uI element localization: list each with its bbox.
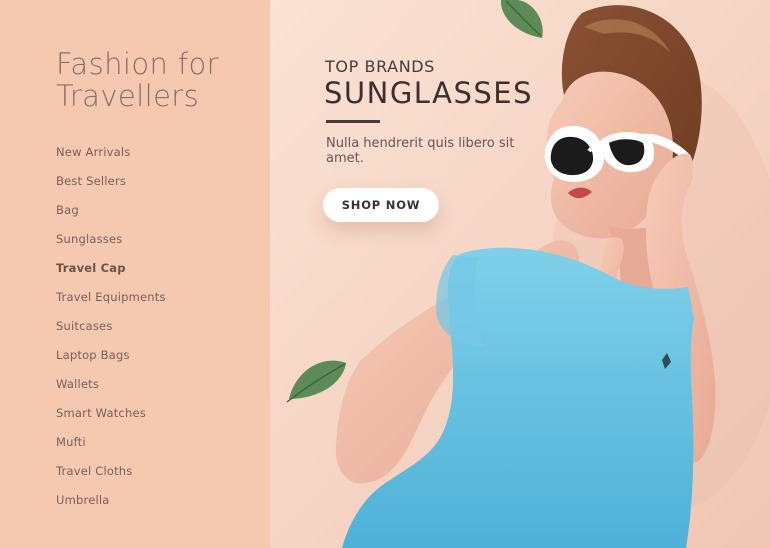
sidebar-title-line-1: Fashion for xyxy=(56,47,219,81)
sidebar-title-line-2: Travellers xyxy=(56,79,200,113)
menu-item-bag[interactable]: Bag xyxy=(56,203,166,232)
menu-item-travel-cap[interactable]: Travel Cap xyxy=(56,261,166,290)
hero-section: TOP BRANDS SUNGLASSES Nulla hendrerit qu… xyxy=(270,0,770,548)
menu-item-umbrella[interactable]: Umbrella xyxy=(56,493,166,522)
headline-divider xyxy=(326,120,380,123)
category-menu: New Arrivals Best Sellers Bag Sunglasses… xyxy=(56,145,166,522)
menu-item-new-arrivals[interactable]: New Arrivals xyxy=(56,145,166,174)
menu-item-suitcases[interactable]: Suitcases xyxy=(56,319,166,348)
menu-item-travel-equipments[interactable]: Travel Equipments xyxy=(56,290,166,319)
sidebar-title: Fashion for Travellers xyxy=(56,48,256,112)
hero-headline: SUNGLASSES xyxy=(324,76,534,110)
menu-item-wallets[interactable]: Wallets xyxy=(56,377,166,406)
menu-item-mufti[interactable]: Mufti xyxy=(56,435,166,464)
menu-item-travel-cloths[interactable]: Travel Cloths xyxy=(56,464,166,493)
menu-item-best-sellers[interactable]: Best Sellers xyxy=(56,174,166,203)
shop-now-button[interactable]: SHOP NOW xyxy=(323,188,439,222)
menu-item-laptop-bags[interactable]: Laptop Bags xyxy=(56,348,166,377)
category-sidebar: Fashion for Travellers New Arrivals Best… xyxy=(0,0,270,548)
hero-description: Nulla hendrerit quis libero sit amet. xyxy=(326,136,515,166)
menu-item-smart-watches[interactable]: Smart Watches xyxy=(56,406,166,435)
menu-item-sunglasses[interactable]: Sunglasses xyxy=(56,232,166,261)
promo-banner: Fashion for Travellers New Arrivals Best… xyxy=(0,0,770,548)
hero-kicker: TOP BRANDS xyxy=(325,57,435,76)
